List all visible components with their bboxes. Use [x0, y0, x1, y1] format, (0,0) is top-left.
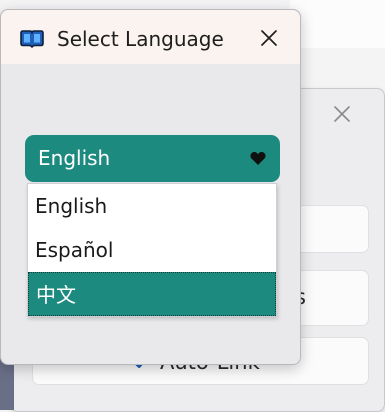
- language-option-spanish[interactable]: Español: [28, 228, 276, 272]
- dialog-titlebar: Select Language: [1, 10, 300, 64]
- background-close-icon[interactable]: [328, 100, 356, 128]
- language-select[interactable]: English: [25, 135, 280, 182]
- close-icon: [261, 30, 277, 46]
- language-dropdown: English Español 中文: [27, 183, 277, 317]
- heart-icon: [250, 151, 266, 166]
- dialog-title: Select Language: [57, 27, 224, 51]
- close-button[interactable]: [255, 24, 283, 52]
- language-option-english[interactable]: English: [28, 184, 276, 228]
- language-select-value: English: [38, 146, 111, 170]
- book-icon: [19, 29, 45, 49]
- language-option-chinese[interactable]: 中文: [28, 272, 276, 316]
- background-app-strip: [290, 0, 385, 48]
